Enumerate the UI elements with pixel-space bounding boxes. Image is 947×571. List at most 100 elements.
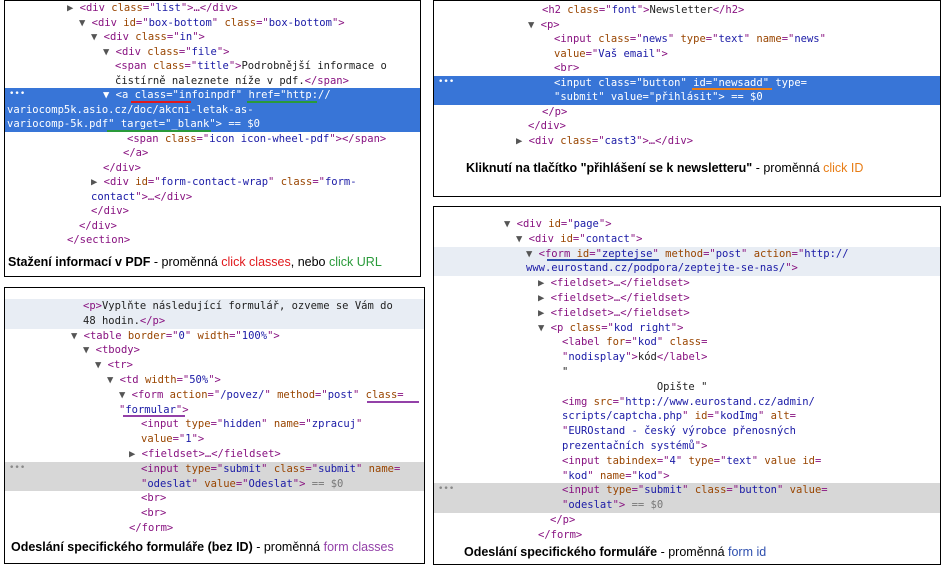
code-line[interactable]: ▼ <div id="box-bottom" class="box-bottom… <box>79 16 345 30</box>
code-line[interactable]: ▶ <fieldset>…</fieldset> <box>538 291 690 305</box>
disclosure-triangle-icon[interactable]: ▼ <box>71 330 84 342</box>
annotation-underline <box>123 415 185 418</box>
code-line[interactable]: čistírně naleznete níže v pdf.</span> <box>115 74 349 88</box>
code-line[interactable]: <h2 class="font">Newsletter</h2> <box>542 3 744 17</box>
code-line[interactable]: </form> <box>538 528 582 542</box>
disclosure-triangle-icon[interactable]: ▶ <box>538 292 551 304</box>
code-line[interactable]: ▼ <tr> <box>95 358 133 372</box>
code-token: " <box>758 410 771 423</box>
code-line[interactable]: value="Vaš email"> <box>554 47 668 61</box>
code-line[interactable]: ▶ <div id="form-contact-wrap" class="for… <box>91 175 357 189</box>
code-line[interactable]: "EUROstand - český výrobce přenosných <box>562 424 796 438</box>
code-line[interactable]: </div> <box>91 204 129 218</box>
code-line[interactable]: scripts/captcha.php" id="kodImg" alt= <box>562 409 796 423</box>
code-token: news <box>642 33 668 45</box>
code-line[interactable]: <input type="submit" class="submit" name… <box>141 462 400 476</box>
disclosure-triangle-icon[interactable]: ▼ <box>103 46 116 58</box>
disclosure-triangle-icon[interactable]: ▼ <box>107 374 120 386</box>
code-line[interactable]: " <box>562 365 568 379</box>
code-line[interactable]: ▼ <p> <box>528 18 560 32</box>
disclosure-triangle-icon[interactable]: ▶ <box>91 176 104 188</box>
code-line[interactable]: <br> <box>141 491 166 505</box>
disclosure-triangle-icon[interactable]: ▼ <box>83 344 96 356</box>
disclosure-triangle-icon[interactable]: ▼ <box>91 31 104 43</box>
code-line[interactable]: <span class="icon icon-wheel-pdf"></span… <box>127 132 386 146</box>
code-line[interactable]: ▼ <table border="0" width="100%"> <box>71 329 280 343</box>
code-line[interactable]: ▶ <fieldset>…</fieldset> <box>129 447 281 461</box>
code-line[interactable]: <label for="kod" class= <box>562 335 707 349</box>
code-token: newsadd <box>718 76 763 89</box>
code-line[interactable]: </section> <box>67 233 130 247</box>
ellipsis-icon[interactable]: ••• <box>9 89 25 99</box>
disclosure-triangle-icon[interactable]: ▼ <box>526 248 539 260</box>
code-line[interactable]: "submit" value="přihlásit"> == $0 <box>554 90 763 104</box>
code-line[interactable]: </p> <box>550 513 575 527</box>
disclosure-triangle-icon[interactable]: ▼ <box>528 19 541 31</box>
code-line[interactable]: "odeslat" value="Odeslat"> == $0 <box>141 477 343 491</box>
disclosure-triangle-icon[interactable]: ▼ <box>95 359 108 371</box>
code-line[interactable]: ▼ <tbody> <box>83 343 140 357</box>
code-line[interactable]: ▼ <form action="/povez/" method="post" c… <box>119 388 404 402</box>
code-token: class <box>111 2 143 14</box>
code-line[interactable]: ▼ <td width="50%"> <box>107 373 221 387</box>
code-line[interactable]: </form> <box>129 521 173 535</box>
code-line[interactable]: <br> <box>554 61 579 75</box>
code-line[interactable]: <input type="hidden" name="zpracuj" <box>141 417 362 431</box>
code-token: =" <box>572 232 586 245</box>
code-line[interactable]: ▶ <fieldset>…</fieldset> <box>538 306 690 320</box>
disclosure-triangle-icon[interactable]: ▼ <box>516 233 529 245</box>
code-line[interactable]: </a> <box>123 146 148 160</box>
code-line[interactable]: <img src="http://www.eurostand.cz/admin/ <box>562 395 815 409</box>
code-token: formular <box>125 403 176 416</box>
code-line[interactable]: ▼ <div id="page"> <box>504 217 612 231</box>
disclosure-triangle-icon[interactable]: ▼ <box>119 389 132 401</box>
code-line[interactable]: ▼ <div class="file"> <box>103 45 229 59</box>
code-line[interactable]: <p>Vyplňte následující formulář, ozveme … <box>83 299 393 313</box>
ellipsis-icon[interactable]: ••• <box>438 77 454 87</box>
code-token: = <box>393 462 401 475</box>
code-line[interactable]: ▶ <div class="cast3">…</div> <box>516 134 693 148</box>
disclosure-triangle-icon[interactable]: ▼ <box>79 17 92 29</box>
code-token: value <box>554 47 586 60</box>
code-line[interactable]: <input class="news" type="text" name="ne… <box>554 32 826 46</box>
disclosure-triangle-icon[interactable]: ▼ <box>504 218 517 230</box>
code-line[interactable]: ▼ <div id="contact"> <box>516 232 643 246</box>
code-line[interactable]: ▼ <div class="in"> <box>91 30 205 44</box>
code-line[interactable]: value="1"> <box>141 432 204 446</box>
code-line[interactable]: <br> <box>141 506 166 520</box>
code-line[interactable]: <input type="submit" class="button" valu… <box>562 483 828 497</box>
code-token: http:// <box>286 89 331 101</box>
code-token: =" <box>601 321 614 334</box>
code-line[interactable]: prezentačních systémů"> <box>562 439 707 453</box>
code-line[interactable]: contact">…</div> <box>91 190 192 204</box>
code-line[interactable]: "odeslat"> == $0 <box>562 498 663 512</box>
code-line[interactable]: </p> <box>542 105 567 119</box>
code-line[interactable]: </div> <box>103 161 141 175</box>
disclosure-triangle-icon[interactable]: ▶ <box>67 2 80 14</box>
code-line[interactable]: </div> <box>79 219 117 233</box>
ellipsis-icon[interactable]: ••• <box>438 484 454 494</box>
disclosure-triangle-icon[interactable]: ▶ <box>538 307 551 319</box>
code-line[interactable]: ▶ <fieldset>…</fieldset> <box>538 276 690 290</box>
code-line[interactable]: 48 hodin.</p> <box>83 314 165 328</box>
code-token: =" <box>589 247 602 260</box>
code-line[interactable]: ▼ <p class="kod right"> <box>538 321 683 335</box>
disclosure-triangle-icon[interactable]: ▶ <box>538 277 551 289</box>
disclosure-triangle-icon[interactable]: ▼ <box>103 89 116 101</box>
code-line[interactable]: <span class="title">Podrobnější informac… <box>115 59 387 73</box>
code-token: " <box>667 33 681 45</box>
disclosure-triangle-icon[interactable]: ▼ <box>538 322 551 334</box>
code-line[interactable]: ▶ <div class="list">…</div> <box>67 1 238 15</box>
code-line[interactable]: "kod" name="kod"> <box>562 469 670 483</box>
code-token: =" <box>235 477 249 490</box>
code-line[interactable]: "nodisplay">kód</label> <box>562 350 707 364</box>
disclosure-triangle-icon[interactable]: ▶ <box>129 448 142 460</box>
disclosure-triangle-icon[interactable]: ▶ <box>516 135 529 147</box>
code-line[interactable]: www.eurostand.cz/podpora/zeptejte-se-nas… <box>526 261 798 275</box>
code-line[interactable]: <input tabindex="4" type="text" value id… <box>562 454 821 468</box>
code-line[interactable]: variocomp5k.asio.cz/doc/akcni-letak-as- <box>7 103 254 117</box>
code-line[interactable]: Opište " <box>562 380 708 394</box>
code-token: submit <box>644 484 683 497</box>
code-line[interactable]: </div> <box>528 119 566 133</box>
ellipsis-icon[interactable]: ••• <box>9 463 25 473</box>
